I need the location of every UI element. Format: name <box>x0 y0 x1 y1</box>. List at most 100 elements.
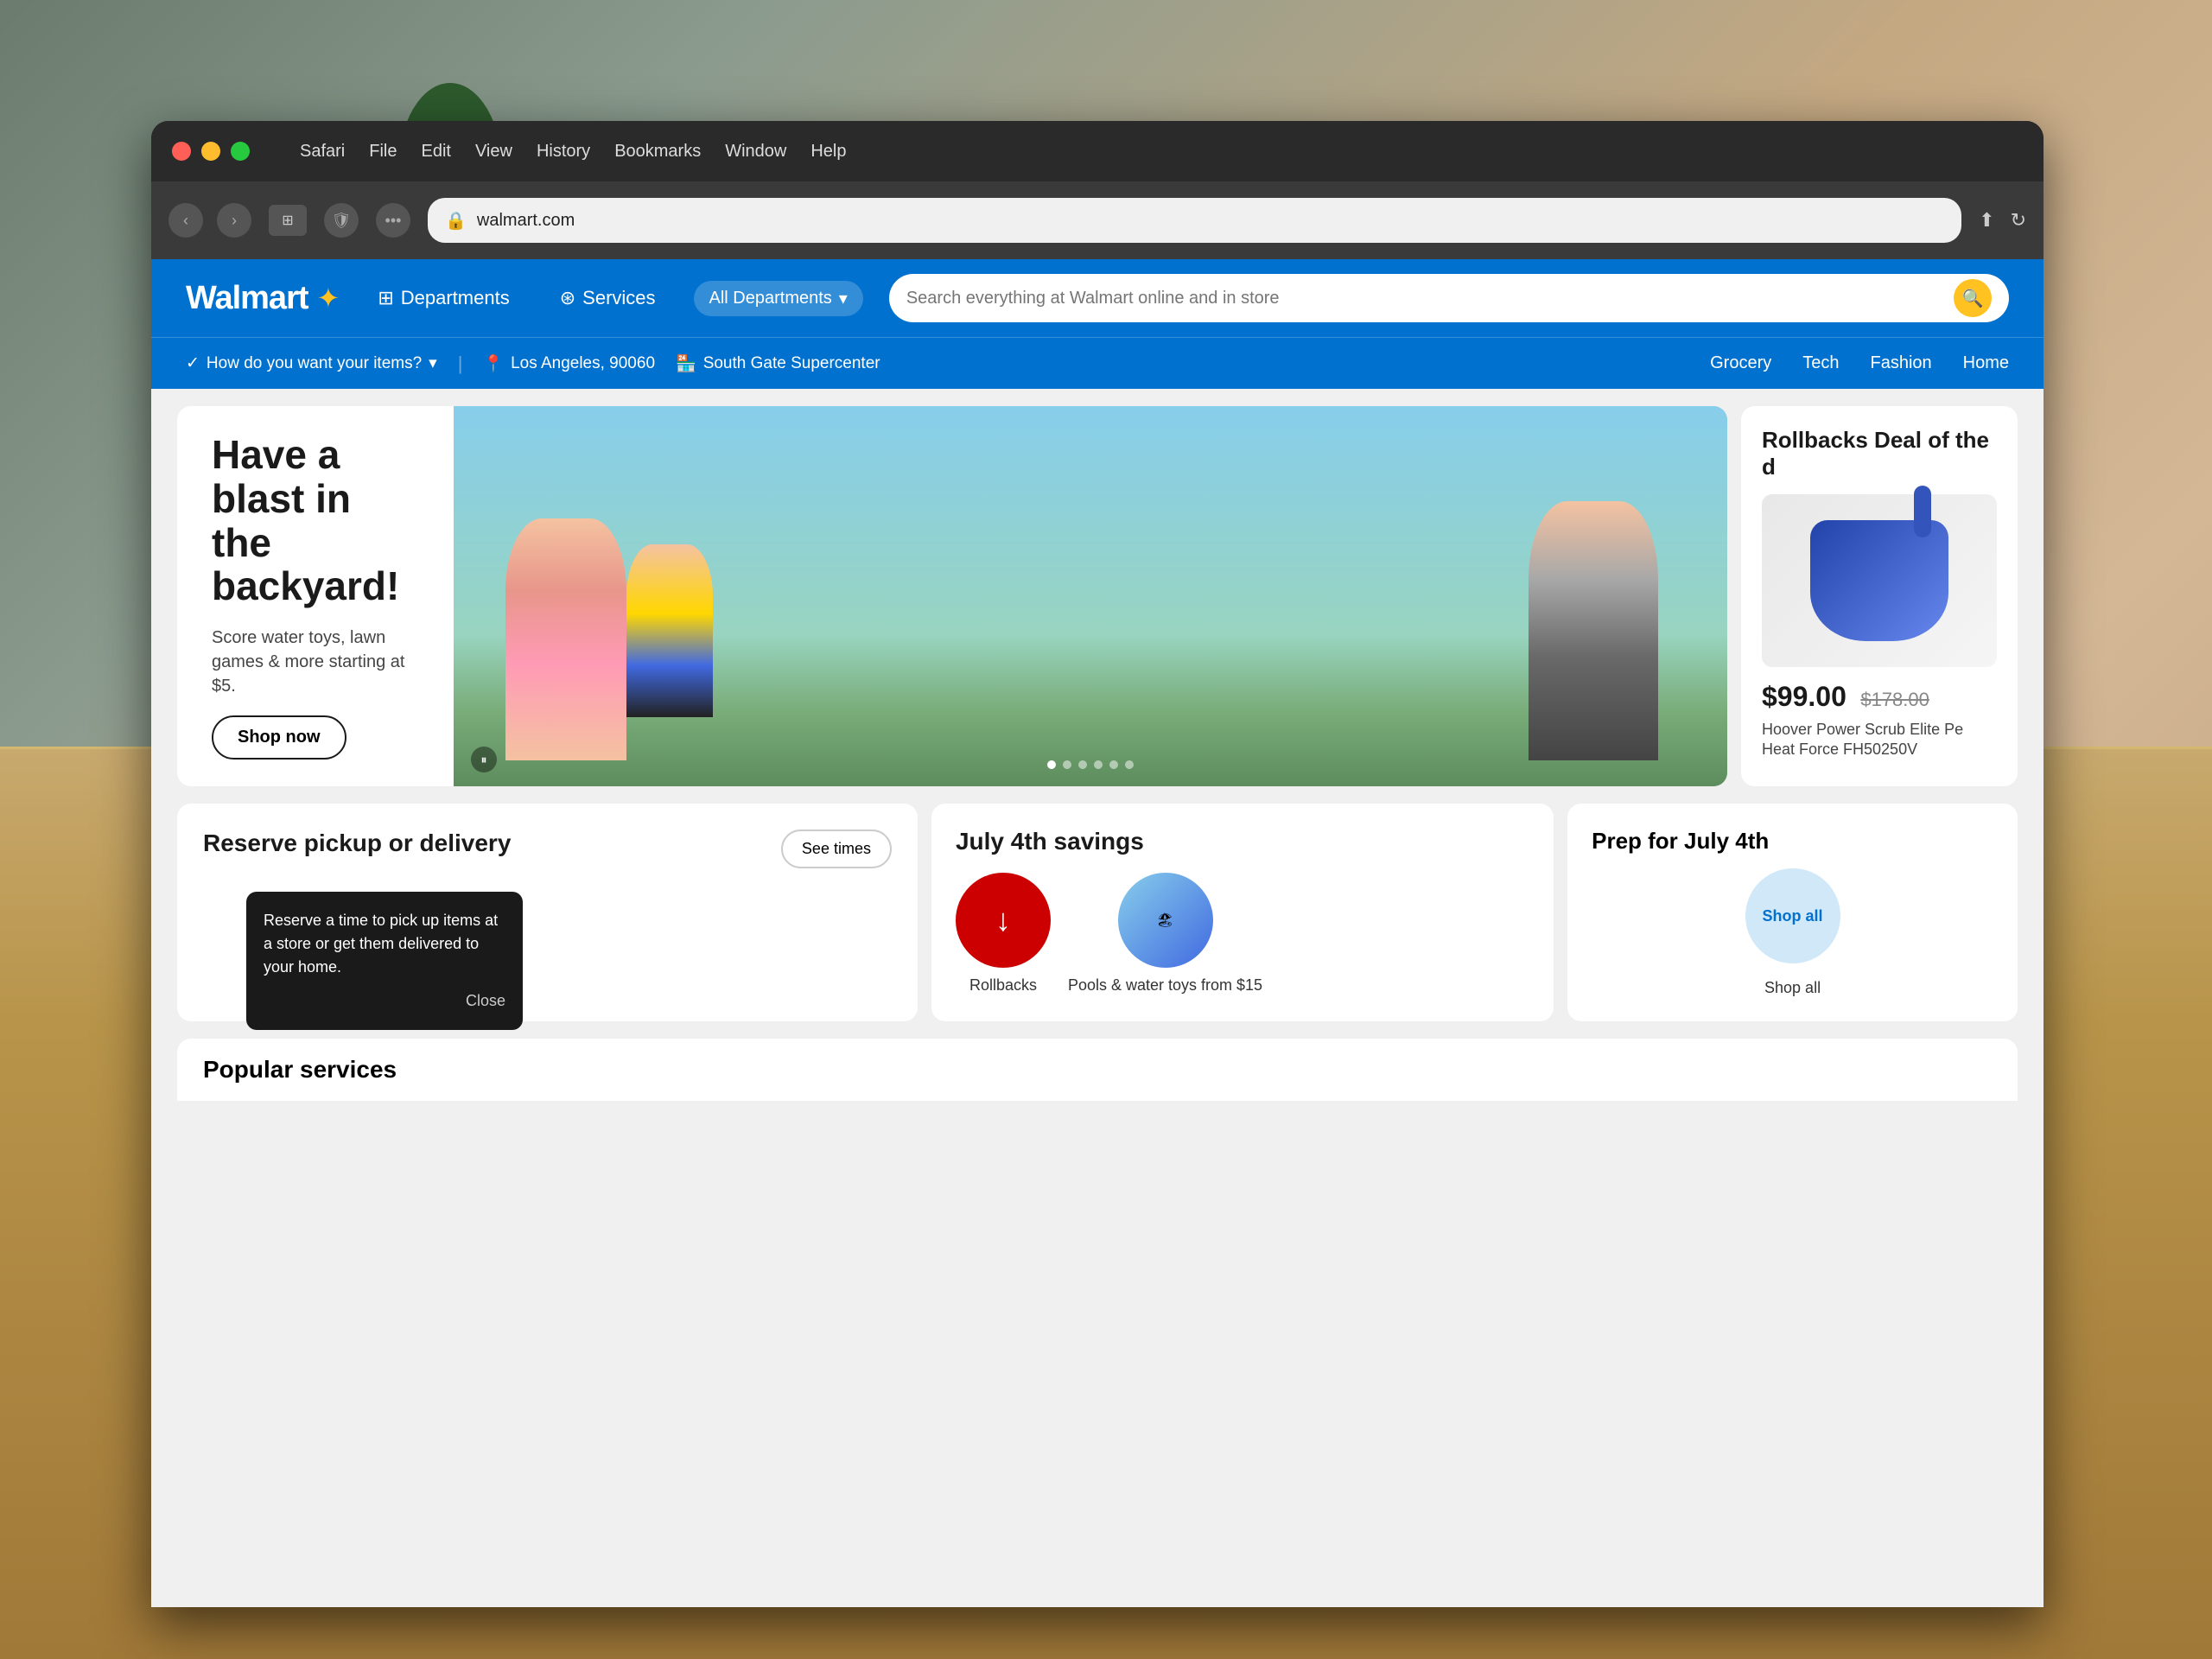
carousel-dots <box>1047 760 1134 769</box>
rollbacks-circle-icon: ↓ <box>956 873 1051 968</box>
all-departments-dropdown[interactable]: All Departments ▾ <box>694 281 863 316</box>
city-location[interactable]: 📍 Los Angeles, 90060 <box>483 353 655 374</box>
carousel-dot-1[interactable] <box>1047 760 1056 769</box>
rollbacks-section-title: Rollbacks Deal of the d <box>1762 427 1997 480</box>
services-nav[interactable]: ⊛ Services <box>548 280 668 316</box>
scene-child-figure <box>626 544 713 717</box>
popular-services-section: Popular services <box>177 1039 2018 1101</box>
window-menu[interactable]: Window <box>725 142 786 162</box>
july4-title: July 4th savings <box>956 828 1529 855</box>
july4-pools-item[interactable]: 🏖 Pools & water toys from $15 <box>1068 873 1262 995</box>
back-button[interactable]: ‹ <box>168 203 203 238</box>
shop-all-item[interactable]: Shop all Shop all <box>1592 868 1993 997</box>
lock-icon: 🔒 <box>445 210 467 232</box>
carousel-dot-4[interactable] <box>1094 760 1103 769</box>
share-icon[interactable]: ⬆ <box>1979 209 1994 232</box>
search-input[interactable] <box>906 289 1943 308</box>
walmart-page: Walmart ✦ ⊞ Departments ⊛ Services All D… <box>151 259 2044 1607</box>
location-links: Grocery Tech Fashion Home <box>1710 353 2009 373</box>
departments-nav[interactable]: ⊞ Departments <box>365 280 521 316</box>
prep-title: Prep for July 4th <box>1592 828 1993 855</box>
services-label: Services <box>582 287 655 309</box>
rollbacks-deal-panel: Rollbacks Deal of the d $99.00 $178.00 H… <box>1741 406 2018 786</box>
bookmarks-menu[interactable]: Bookmarks <box>614 142 701 162</box>
product-name: Hoover Power Scrub Elite Pe Heat Force F… <box>1762 720 1997 760</box>
delivery-option[interactable]: ✓ How do you want your items? ▾ <box>186 353 437 373</box>
browser-chrome: ‹ › ⊞ 🛡 ••• 🔒 walmart.com ⬆ ↻ <box>151 181 2044 259</box>
vacuum-product-image <box>1810 520 1948 641</box>
mac-laptop: Safari File Edit View History Bookmarks … <box>151 121 2044 1607</box>
grid-icon: ⊞ <box>378 287 393 309</box>
product-original-price: $178.00 <box>1860 689 1929 710</box>
walmart-header: Walmart ✦ ⊞ Departments ⊛ Services All D… <box>151 259 2044 337</box>
hero-subtitle: Score water toys, lawn games & more star… <box>212 626 419 698</box>
address-bar[interactable]: 🔒 walmart.com <box>428 198 1961 243</box>
pools-label: Pools & water toys from $15 <box>1068 976 1262 995</box>
rollbacks-label: Rollbacks <box>969 976 1037 995</box>
city-text: Los Angeles, 90060 <box>511 354 655 373</box>
walmart-spark-icon: ✦ <box>317 282 340 315</box>
grocery-link[interactable]: Grocery <box>1710 353 1771 373</box>
mac-titlebar: Safari File Edit View History Bookmarks … <box>151 121 2044 181</box>
browser-toolbar-icons: ⬆ ↻ <box>1979 209 2026 232</box>
outdoor-scene-image <box>454 406 1727 786</box>
edit-menu[interactable]: Edit <box>421 142 450 162</box>
minimize-window-button[interactable] <box>201 142 220 161</box>
carousel-pause-button[interactable]: ⏸ <box>471 747 497 772</box>
carousel-dot-6[interactable] <box>1125 760 1134 769</box>
all-departments-text: All Departments <box>709 289 832 308</box>
shop-all-circle[interactable]: Shop all <box>1745 868 1840 963</box>
lower-sections: Reserve pickup or delivery See times Res… <box>151 804 2044 1039</box>
help-menu[interactable]: Help <box>810 142 846 162</box>
close-window-button[interactable] <box>172 142 191 161</box>
maximize-window-button[interactable] <box>231 142 250 161</box>
hero-main-banner: Have a blast in the backyard! Score wate… <box>177 406 1727 786</box>
shield-icon[interactable]: 🛡 <box>324 203 359 238</box>
prep-july4-card: Prep for July 4th Shop all Shop all <box>1567 804 2018 1021</box>
see-times-button[interactable]: See times <box>781 830 892 868</box>
product-image-area <box>1762 494 1997 667</box>
refresh-icon[interactable]: ↻ <box>2011 209 2026 232</box>
tooltip-popup: Reserve a time to pick up items at a sto… <box>246 892 523 1030</box>
rollbacks-arrow-icon: ↓ <box>995 902 1011 938</box>
store-location[interactable]: 🏪 South Gate Supercenter <box>676 353 880 374</box>
hero-title: Have a blast in the backyard! <box>212 433 419 607</box>
tab-switcher[interactable]: ⊞ <box>269 205 307 236</box>
mac-menu-bar: Safari File Edit View History Bookmarks … <box>276 142 847 162</box>
shop-all-text: Shop all <box>1763 907 1823 925</box>
scene-figure-1 <box>505 518 626 760</box>
delivery-question-text: How do you want your items? <box>207 354 422 373</box>
product-price-row: $99.00 $178.00 <box>1762 681 1997 713</box>
mac-window-controls <box>172 142 250 161</box>
history-menu[interactable]: History <box>537 142 590 162</box>
nav-buttons: ‹ › <box>168 203 251 238</box>
tech-link[interactable]: Tech <box>1802 353 1839 373</box>
fashion-link[interactable]: Fashion <box>1870 353 1931 373</box>
chevron-down-icon: ▾ <box>839 288 848 309</box>
home-link[interactable]: Home <box>1963 353 2009 373</box>
carousel-dot-5[interactable] <box>1109 760 1118 769</box>
view-menu[interactable]: View <box>475 142 512 162</box>
search-bar[interactable]: 🔍 <box>889 274 2009 322</box>
pickup-card: Reserve pickup or delivery See times Res… <box>177 804 918 1021</box>
more-options-button[interactable]: ••• <box>376 203 410 238</box>
url-display: walmart.com <box>477 211 575 231</box>
services-icon: ⊛ <box>560 287 575 309</box>
tooltip-close-button[interactable]: Close <box>264 989 505 1013</box>
file-menu[interactable]: File <box>369 142 397 162</box>
forward-button[interactable]: › <box>217 203 251 238</box>
shop-now-button[interactable]: Shop now <box>212 715 346 760</box>
walmart-logo[interactable]: Walmart ✦ <box>186 280 340 317</box>
product-sale-price: $99.00 <box>1762 681 1847 712</box>
carousel-dot-2[interactable] <box>1063 760 1071 769</box>
july4-items-list: ↓ Rollbacks 🏖 Pools & water toys from $1… <box>956 873 1529 995</box>
july4-savings-card: July 4th savings ↓ Rollbacks 🏖 Pools & w… <box>931 804 1554 1021</box>
location-bar: ✓ How do you want your items? ▾ | 📍 Los … <box>151 337 2044 389</box>
july4-rollbacks-item[interactable]: ↓ Rollbacks <box>956 873 1051 995</box>
departments-label: Departments <box>401 287 510 309</box>
store-text: South Gate Supercenter <box>703 354 880 373</box>
search-button[interactable]: 🔍 <box>1954 279 1992 317</box>
carousel-dot-3[interactable] <box>1078 760 1087 769</box>
safari-menu[interactable]: Safari <box>300 142 345 162</box>
chevron-down-icon: ▾ <box>429 353 437 373</box>
